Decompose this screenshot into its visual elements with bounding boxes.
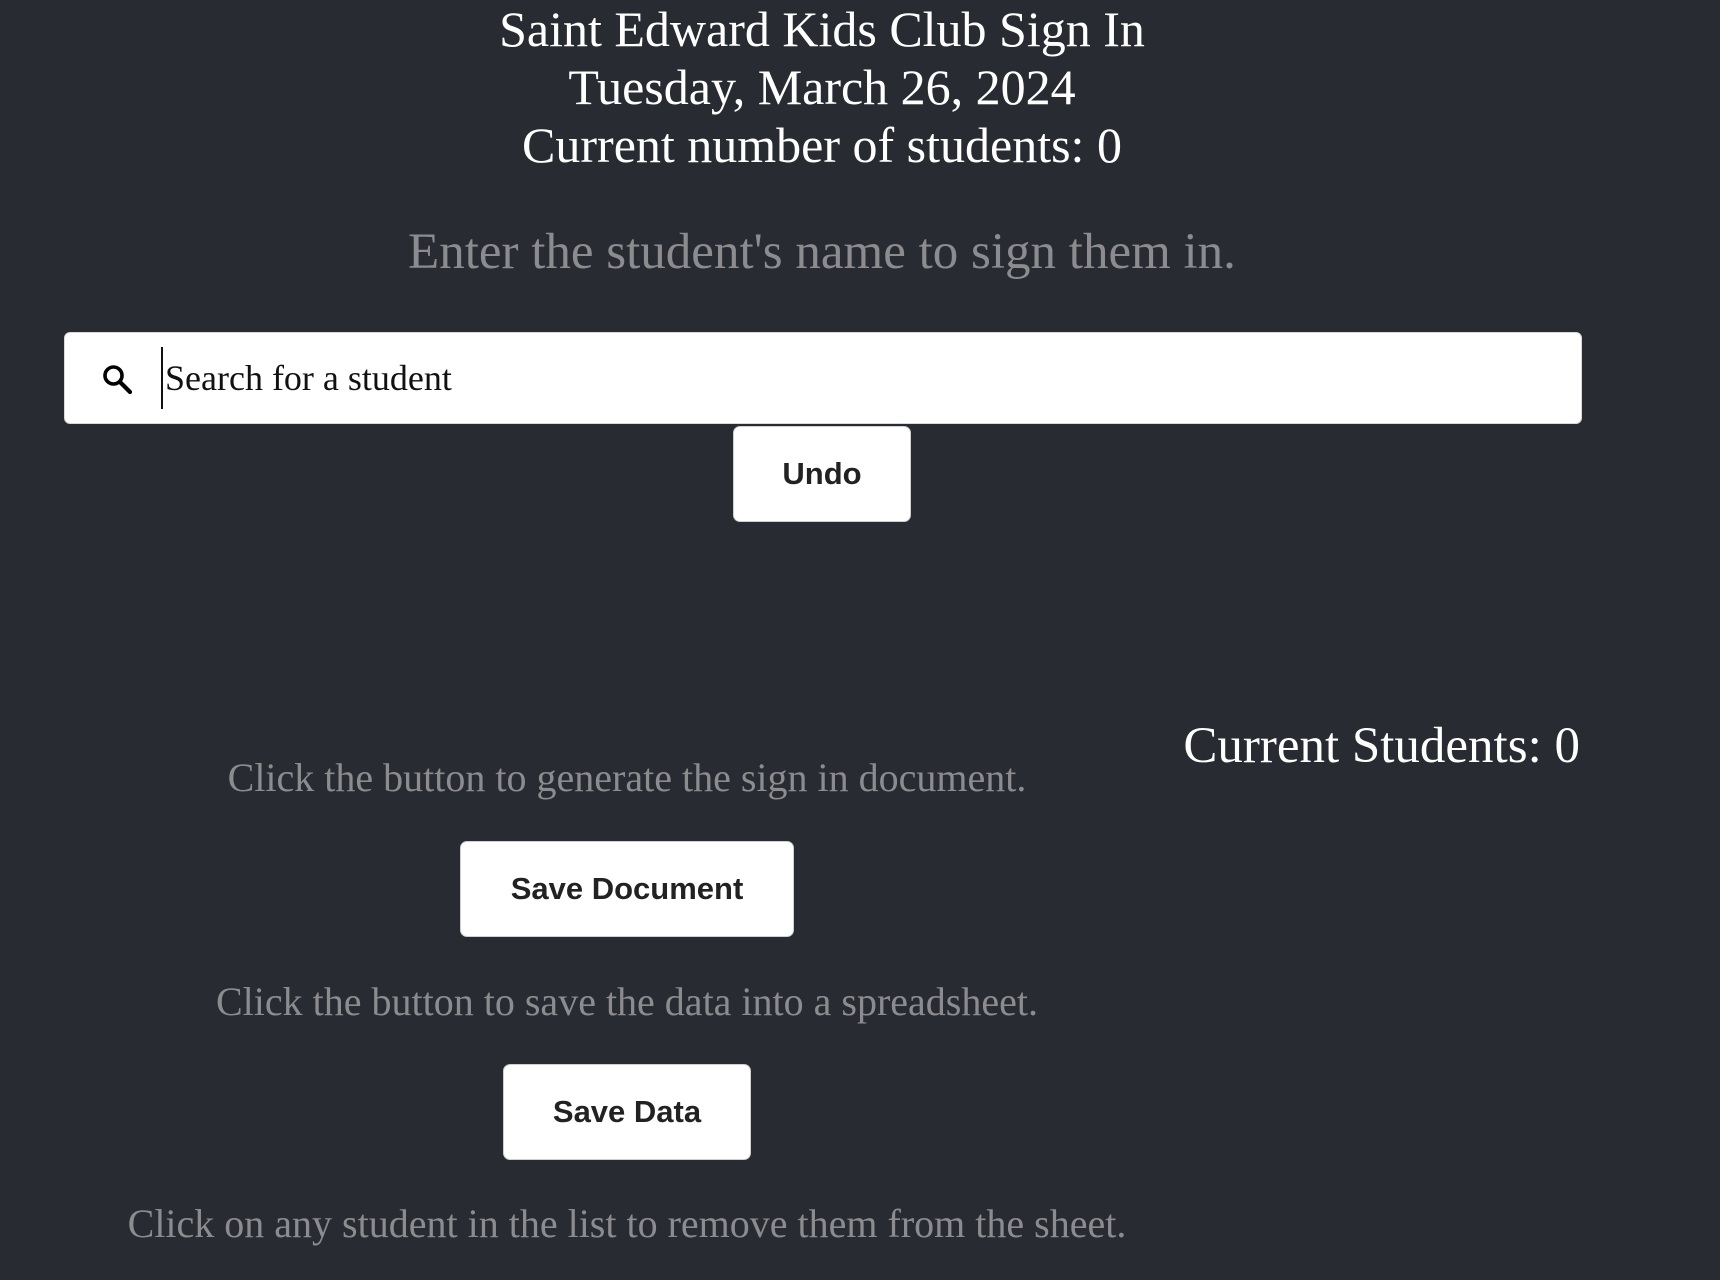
- save-document-button[interactable]: Save Document: [460, 841, 794, 937]
- page-title: Saint Edward Kids Club Sign In: [499, 1, 1145, 57]
- search-input[interactable]: [161, 347, 1565, 409]
- undo-button[interactable]: Undo: [733, 426, 911, 522]
- search-icon: [101, 363, 133, 395]
- sign-in-instruction: Enter the student's name to sign them in…: [408, 224, 1236, 280]
- page-header: Saint Edward Kids Club Sign In Tuesday, …: [0, 0, 1644, 174]
- remove-student-hint: Click on any student in the list to remo…: [127, 1201, 1127, 1246]
- student-count: Current number of students: 0: [522, 117, 1122, 173]
- save-document-hint: Click the button to generate the sign in…: [227, 755, 1027, 800]
- current-date: Tuesday, March 26, 2024: [568, 59, 1076, 115]
- save-data-button[interactable]: Save Data: [503, 1064, 751, 1160]
- save-data-hint: Click the button to save the data into a…: [216, 979, 1038, 1024]
- search-bar[interactable]: [64, 332, 1582, 424]
